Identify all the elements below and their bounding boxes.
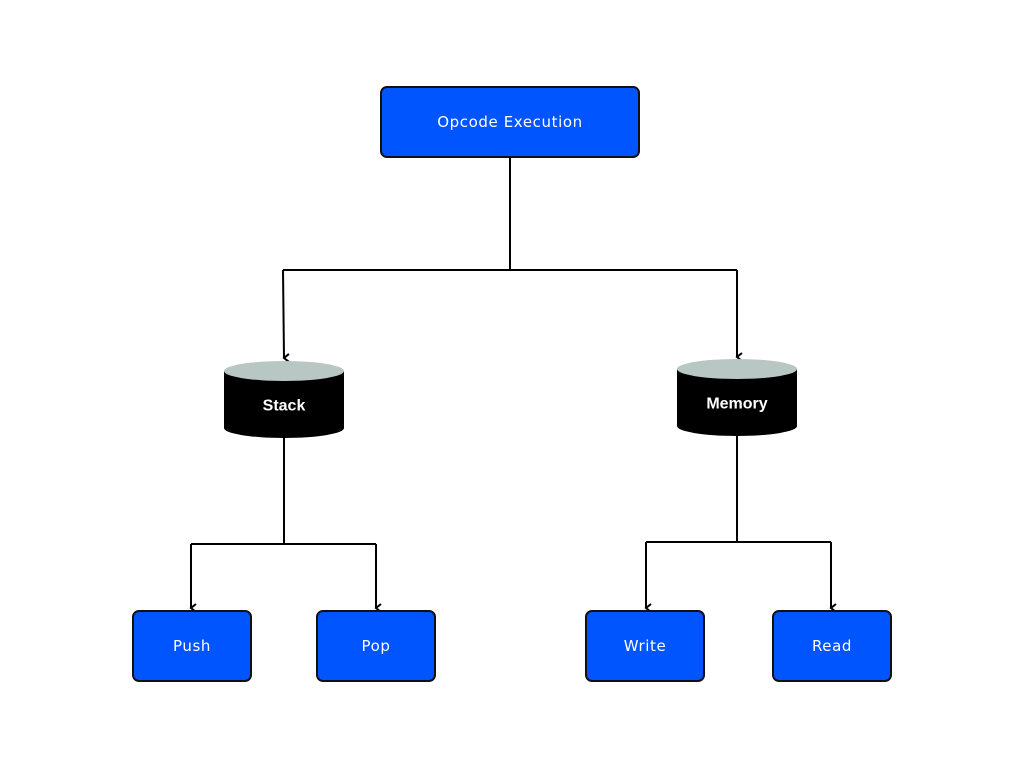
diagram-canvas: Opcode Execution Stack Memory Push Pop W… (132, 86, 892, 682)
node-write-label: Write (624, 637, 667, 655)
node-stack-label: Stack (263, 398, 306, 415)
node-opcode-execution[interactable]: Opcode Execution (380, 86, 640, 158)
node-memory[interactable]: Memory (677, 359, 797, 436)
node-push-label: Push (173, 637, 211, 655)
node-stack[interactable]: Stack (224, 361, 344, 438)
node-pop[interactable]: Pop (316, 610, 436, 682)
node-memory-label: Memory (706, 396, 767, 413)
node-opcode-execution-label: Opcode Execution (437, 113, 582, 131)
edge-root-to-stack (282, 269, 290, 363)
node-read-label: Read (812, 637, 852, 655)
node-pop-label: Pop (361, 637, 390, 655)
memory-cylinder-top (677, 359, 797, 379)
stack-cylinder-top (224, 361, 344, 381)
node-read[interactable]: Read (772, 610, 892, 682)
node-write[interactable]: Write (585, 610, 705, 682)
node-push[interactable]: Push (132, 610, 252, 682)
